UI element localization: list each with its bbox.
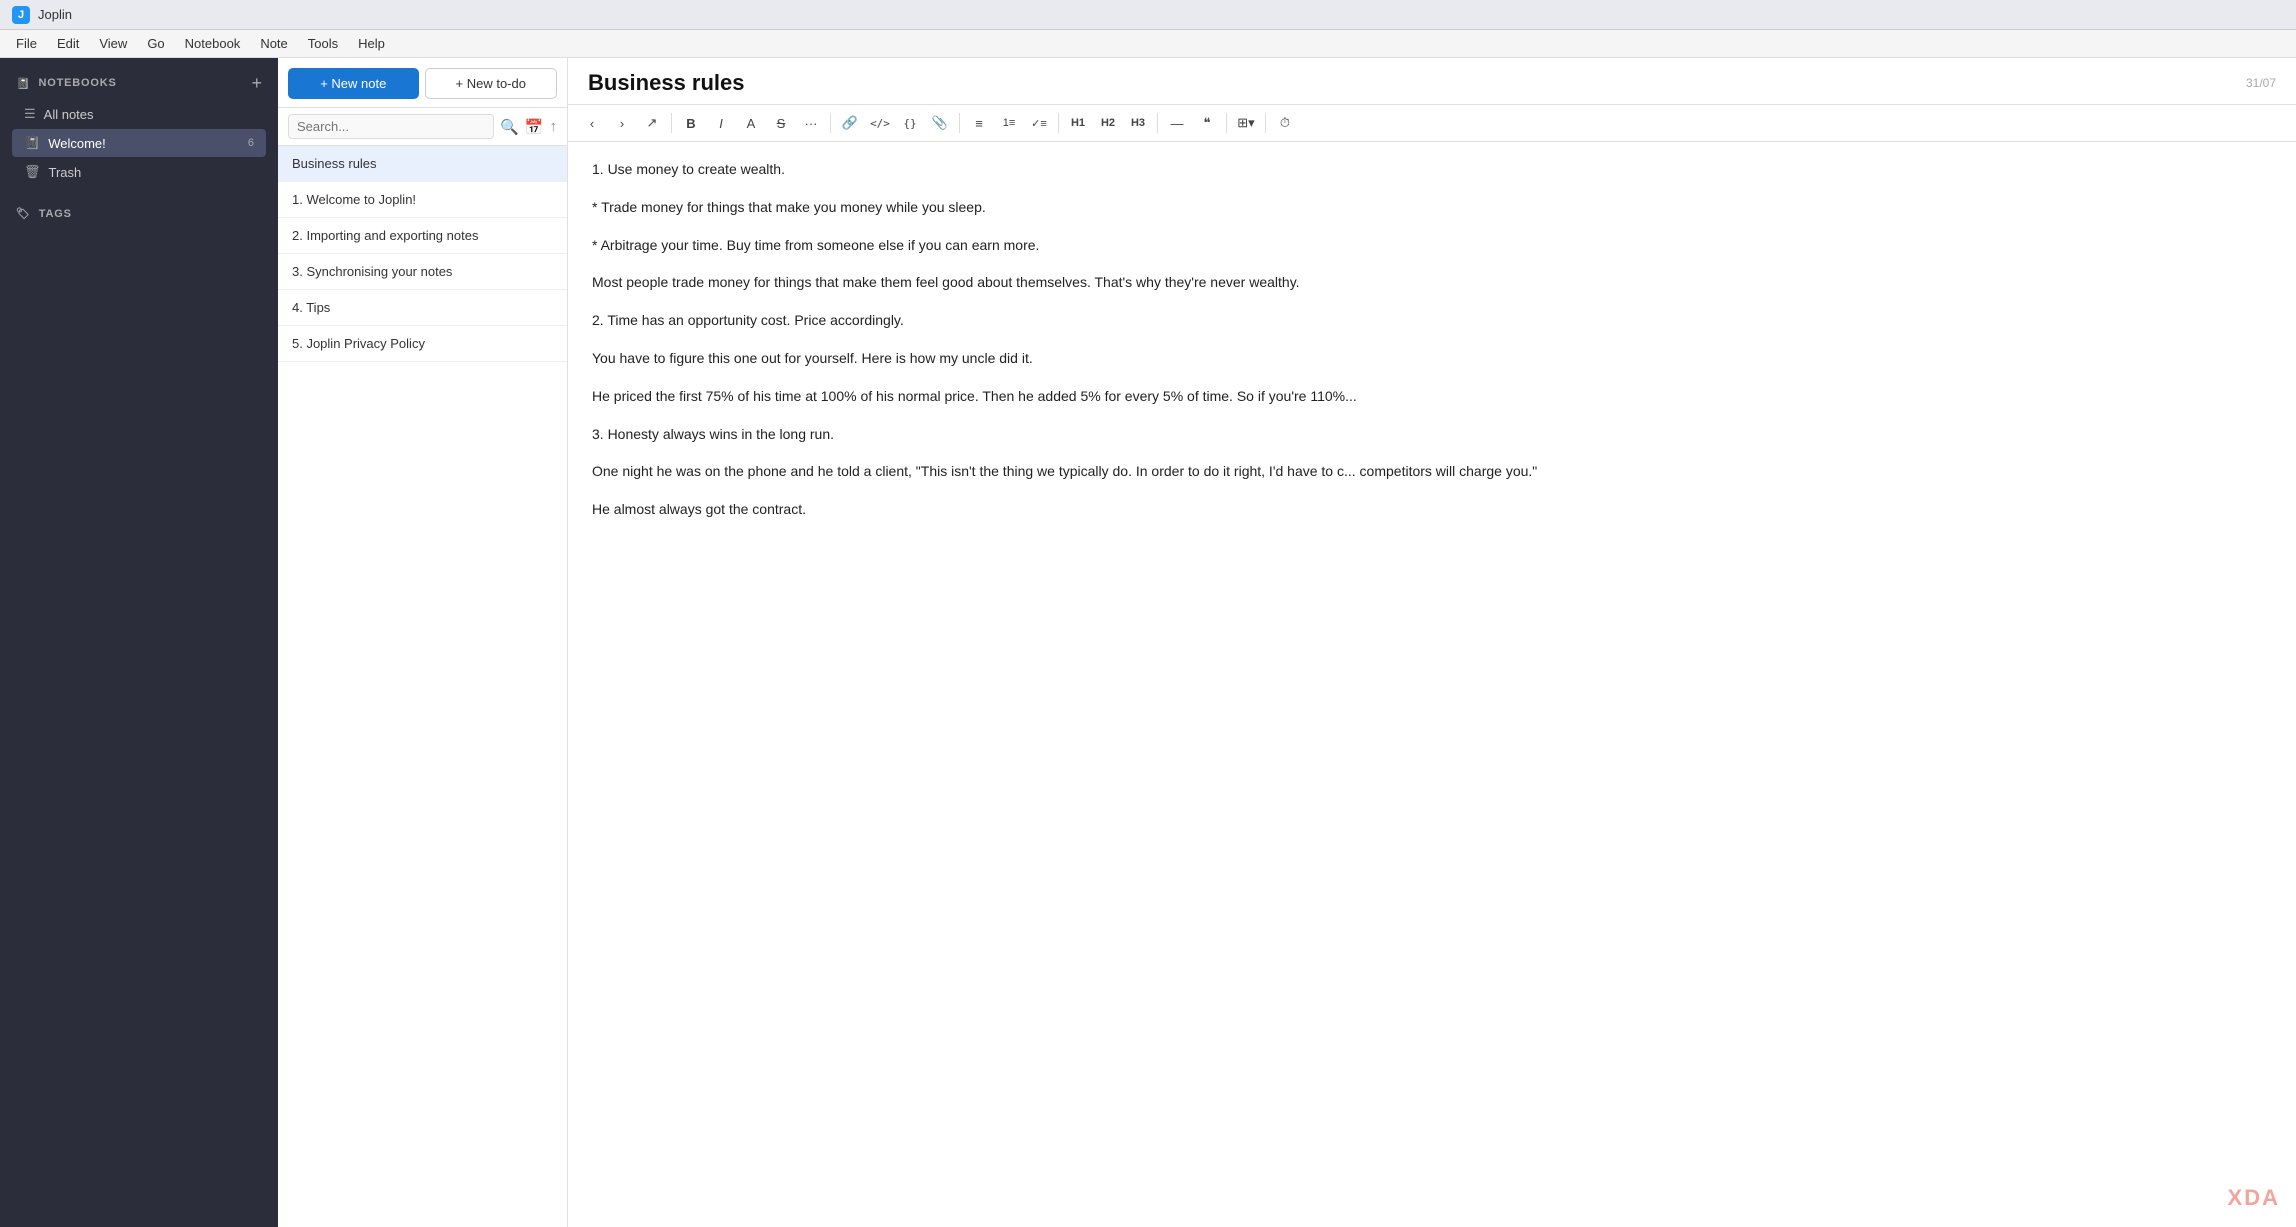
welcome-icon: 📓 [24, 135, 40, 151]
toolbar-code-button[interactable]: </> [866, 109, 894, 137]
menu-bar: File Edit View Go Notebook Note Tools He… [0, 30, 2296, 58]
editor-title: Business rules [588, 70, 745, 96]
content-line-5: 2. Time has an opportunity cost. Price a… [592, 309, 2272, 333]
toolbar-italic-button[interactable]: I [707, 109, 735, 137]
toolbar-h1-button[interactable]: H1 [1064, 109, 1092, 137]
note-item-privacy-policy[interactable]: 5. Joplin Privacy Policy [278, 326, 567, 362]
toolbar-back-button[interactable]: ‹ [578, 109, 606, 137]
sort-alpha-button[interactable]: ↑ [550, 118, 558, 135]
toolbar-sep-5 [1157, 113, 1158, 133]
app-icon: J [12, 6, 30, 24]
content-line-3: * Arbitrage your time. Buy time from som… [592, 234, 2272, 258]
toolbar-external-button[interactable]: ↗ [638, 109, 666, 137]
toolbar-sep-4 [1058, 113, 1059, 133]
content-line-10: He almost always got the contract. [592, 498, 2272, 522]
toolbar-check-button[interactable]: ✓≡ [1025, 109, 1053, 137]
note-item-synchronising[interactable]: 3. Synchronising your notes [278, 254, 567, 290]
add-notebook-button[interactable]: + [251, 74, 262, 92]
toolbar-highlight-button[interactable]: A [737, 109, 765, 137]
toolbar-quote-button[interactable]: ❝ [1193, 109, 1221, 137]
toolbar-attachment-button[interactable]: 📎 [926, 109, 954, 137]
toolbar-h2-button[interactable]: H2 [1094, 109, 1122, 137]
sidebar-item-welcome[interactable]: 📓 Welcome! 6 [12, 129, 266, 157]
sort-date-button[interactable]: 📅 [525, 118, 544, 136]
new-note-button[interactable]: + New note [288, 68, 419, 99]
editor-wordcount: 31/07 [2246, 76, 2276, 90]
note-item-welcome-joplin[interactable]: 1. Welcome to Joplin! [278, 182, 567, 218]
toolbar-more-button[interactable]: ··· [797, 109, 825, 137]
toolbar-sep-1 [671, 113, 672, 133]
notebook-icon: 📓 [16, 77, 31, 90]
editor-panel: Business rules 31/07 ‹ › ↗ B I A S ··· 🔗… [568, 58, 2296, 1227]
toolbar-ul-button[interactable]: ≡ [965, 109, 993, 137]
notebooks-title: 📓 NOTEBOOKS [16, 77, 117, 90]
notes-items-list: Business rules 1. Welcome to Joplin! 2. … [278, 146, 567, 1227]
menu-go[interactable]: Go [139, 34, 172, 53]
note-item-tips[interactable]: 4. Tips [278, 290, 567, 326]
content-line-1: 1. Use money to create wealth. [592, 158, 2272, 182]
menu-file[interactable]: File [8, 34, 45, 53]
trash-icon: 🗑 [24, 164, 41, 180]
toolbar-code-block-button[interactable]: {} [896, 109, 924, 137]
sidebar-notebooks-section: 📓 NOTEBOOKS + ☰ All notes 📓 Welcome! 6 🗑… [0, 58, 278, 191]
notes-toolbar: + New note + New to-do [278, 58, 567, 108]
notes-list-panel: + New note + New to-do 🔍 📅 ↑ Business ru… [278, 58, 568, 1227]
toolbar-ol-button[interactable]: 1≡ [995, 109, 1023, 137]
menu-edit[interactable]: Edit [49, 34, 87, 53]
new-todo-button[interactable]: + New to-do [425, 68, 558, 99]
content-line-2: * Trade money for things that make you m… [592, 196, 2272, 220]
toolbar-strikethrough-button[interactable]: S [767, 109, 795, 137]
app-title: Joplin [38, 7, 72, 22]
menu-note[interactable]: Note [252, 34, 295, 53]
menu-help[interactable]: Help [350, 34, 393, 53]
tag-icon: 🏷 [16, 207, 31, 220]
editor-header: Business rules 31/07 [568, 58, 2296, 105]
main-layout: 📓 NOTEBOOKS + ☰ All notes 📓 Welcome! 6 🗑… [0, 58, 2296, 1227]
content-line-8: 3. Honesty always wins in the long run. [592, 423, 2272, 447]
toolbar-hr-button[interactable]: — [1163, 109, 1191, 137]
sidebar-tags-section: 🏷 TAGS [0, 195, 278, 232]
toolbar-link-button[interactable]: 🔗 [836, 109, 864, 137]
toolbar-forward-button[interactable]: › [608, 109, 636, 137]
toolbar-sep-2 [830, 113, 831, 133]
search-input[interactable] [288, 114, 494, 139]
content-line-9: One night he was on the phone and he tol… [592, 460, 2272, 484]
notebooks-header: 📓 NOTEBOOKS + [8, 70, 270, 96]
menu-view[interactable]: View [91, 34, 135, 53]
toolbar-clock-button[interactable]: ⏱ [1271, 109, 1299, 137]
toolbar-bold-button[interactable]: B [677, 109, 705, 137]
toolbar-table-button[interactable]: ⊞▾ [1232, 109, 1260, 137]
sidebar-item-all-notes[interactable]: ☰ All notes [12, 100, 266, 128]
toolbar-sep-7 [1265, 113, 1266, 133]
content-line-7: He priced the first 75% of his time at 1… [592, 385, 2272, 409]
sidebar-item-trash[interactable]: 🗑 Trash [12, 158, 266, 186]
note-item-importing-exporting[interactable]: 2. Importing and exporting notes [278, 218, 567, 254]
search-bar: 🔍 📅 ↑ [278, 108, 567, 146]
content-line-6: You have to figure this one out for your… [592, 347, 2272, 371]
menu-tools[interactable]: Tools [300, 34, 346, 53]
title-bar: J Joplin [0, 0, 2296, 30]
search-icon[interactable]: 🔍 [500, 118, 519, 136]
note-item-business-rules[interactable]: Business rules [278, 146, 567, 182]
editor-toolbar: ‹ › ↗ B I A S ··· 🔗 </> {} 📎 ≡ 1≡ ✓≡ H1 … [568, 105, 2296, 142]
toolbar-sep-3 [959, 113, 960, 133]
editor-content: 1. Use money to create wealth. * Trade m… [568, 142, 2296, 1227]
tags-title: 🏷 TAGS [16, 207, 72, 220]
content-line-4: Most people trade money for things that … [592, 271, 2272, 295]
tags-header: 🏷 TAGS [8, 203, 270, 224]
menu-notebook[interactable]: Notebook [177, 34, 249, 53]
toolbar-sep-6 [1226, 113, 1227, 133]
sidebar: 📓 NOTEBOOKS + ☰ All notes 📓 Welcome! 6 🗑… [0, 58, 278, 1227]
toolbar-h3-button[interactable]: H3 [1124, 109, 1152, 137]
all-notes-icon: ☰ [24, 106, 36, 122]
